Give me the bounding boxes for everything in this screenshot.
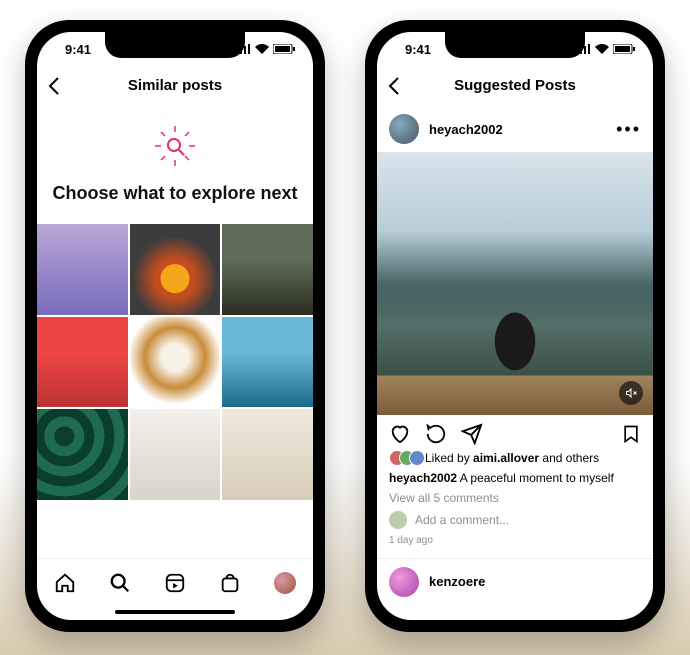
likes-text: Liked by aimi.allover and others [425, 449, 599, 467]
header: Suggested Posts [377, 66, 653, 106]
nav-shop[interactable] [218, 571, 242, 595]
notch [445, 32, 585, 58]
post-actions [377, 415, 653, 449]
notch [105, 32, 245, 58]
comment-button[interactable] [425, 423, 447, 445]
grid-tile[interactable] [37, 317, 128, 408]
hero: Choose what to explore next [37, 106, 313, 212]
battery-icon [613, 44, 635, 54]
grid-tile[interactable] [37, 224, 128, 315]
grid-tile[interactable] [222, 224, 313, 315]
caption: heyach2002 A peaceful moment to myself [389, 469, 641, 487]
status-time: 9:41 [405, 42, 431, 57]
grid-tile[interactable] [222, 409, 313, 500]
page-title: Similar posts [37, 77, 313, 94]
avatar[interactable] [389, 114, 419, 144]
mini-avatar [389, 511, 407, 529]
screen: 9:41 Suggested Posts heyach2002 ••• [377, 32, 653, 620]
likes-row[interactable]: Liked by aimi.allover and others [389, 449, 641, 467]
like-button[interactable] [389, 423, 411, 445]
nav-profile[interactable] [273, 571, 297, 595]
save-button[interactable] [621, 423, 641, 445]
mute-icon[interactable] [619, 381, 643, 405]
phone-right: 9:41 Suggested Posts heyach2002 ••• [365, 20, 665, 632]
more-button[interactable]: ••• [616, 119, 641, 140]
hero-title: Choose what to explore next [47, 183, 303, 204]
avatar[interactable] [389, 567, 419, 597]
wifi-icon [595, 44, 609, 54]
battery-icon [273, 44, 295, 54]
header: Similar posts [37, 66, 313, 106]
grid-tile[interactable] [130, 409, 221, 500]
view-all-comments[interactable]: View all 5 comments [389, 489, 641, 507]
status-time: 9:41 [65, 42, 91, 57]
grid-tile[interactable] [130, 317, 221, 408]
grid-tile[interactable] [222, 317, 313, 408]
back-button[interactable] [387, 76, 401, 96]
post-image[interactable] [377, 152, 653, 415]
sparkle-search-icon [153, 124, 197, 168]
grid-tile[interactable] [37, 409, 128, 500]
post-meta: Liked by aimi.allover and others heyach2… [377, 449, 653, 548]
like-avatars [389, 450, 419, 466]
wifi-icon [255, 44, 269, 54]
add-comment[interactable]: Add a comment... [389, 511, 641, 529]
post-header: heyach2002 ••• [377, 106, 653, 152]
grid-tile[interactable] [130, 224, 221, 315]
nav-reels[interactable] [163, 571, 187, 595]
post-username[interactable]: kenzoere [429, 574, 641, 589]
explore-grid [37, 224, 313, 500]
share-button[interactable] [461, 423, 483, 445]
back-button[interactable] [47, 76, 61, 96]
next-post-header: kenzoere [377, 558, 653, 605]
post-time: 1 day ago [389, 533, 641, 548]
home-indicator [115, 610, 235, 614]
bottom-nav [37, 558, 313, 606]
screen: 9:41 Similar posts [37, 32, 313, 620]
page-title: Suggested Posts [377, 77, 653, 94]
nav-home[interactable] [53, 571, 77, 595]
phone-left: 9:41 Similar posts [25, 20, 325, 632]
nav-search[interactable] [108, 571, 132, 595]
post-username[interactable]: heyach2002 [429, 122, 606, 137]
